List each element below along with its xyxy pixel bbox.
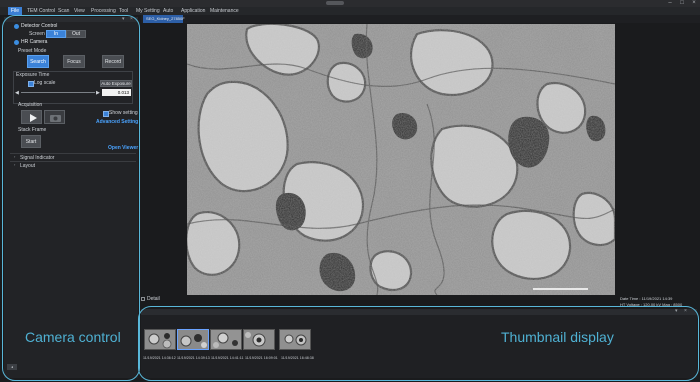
menu-application[interactable]: Application	[178, 7, 208, 15]
viewer-tab-bar	[141, 15, 700, 23]
menu-my-setting[interactable]: My Setting	[133, 7, 163, 15]
menu-maintenance[interactable]: Maintenance	[207, 7, 242, 15]
thumbnail-display-annotation: Thumbnail display	[501, 329, 614, 345]
tem-micrograph[interactable]	[187, 24, 615, 295]
camera-control-annotation: Camera control	[25, 329, 121, 345]
menu-scan[interactable]: Scan	[55, 7, 72, 15]
close-icon[interactable]: ×	[688, 0, 700, 7]
scale-bar	[533, 288, 588, 290]
menu-tool[interactable]: Tool	[116, 7, 131, 15]
menu-view[interactable]: View	[71, 7, 88, 15]
menu-processing[interactable]: Processing	[88, 7, 119, 15]
camera-control-outline	[2, 15, 140, 381]
menu-file[interactable]: File	[8, 7, 23, 15]
detail-checkbox[interactable]	[141, 297, 145, 301]
menu-tem-control[interactable]: TEM Control	[24, 7, 58, 15]
thumbnail-display-outline	[138, 306, 699, 381]
window-titlebar	[0, 0, 700, 7]
menu-auto[interactable]: Auto	[160, 7, 176, 15]
window-title-pill	[326, 1, 344, 5]
detail-label: Detail	[147, 296, 160, 302]
tab-image[interactable]: SEG_Kidney_27850F	[143, 15, 185, 23]
date-time-readout: Date Time : 11/19/2021 14:39	[620, 296, 673, 301]
maximize-icon[interactable]: □	[676, 0, 688, 7]
minimize-icon[interactable]: –	[664, 0, 676, 7]
micrograph-image	[187, 24, 615, 295]
